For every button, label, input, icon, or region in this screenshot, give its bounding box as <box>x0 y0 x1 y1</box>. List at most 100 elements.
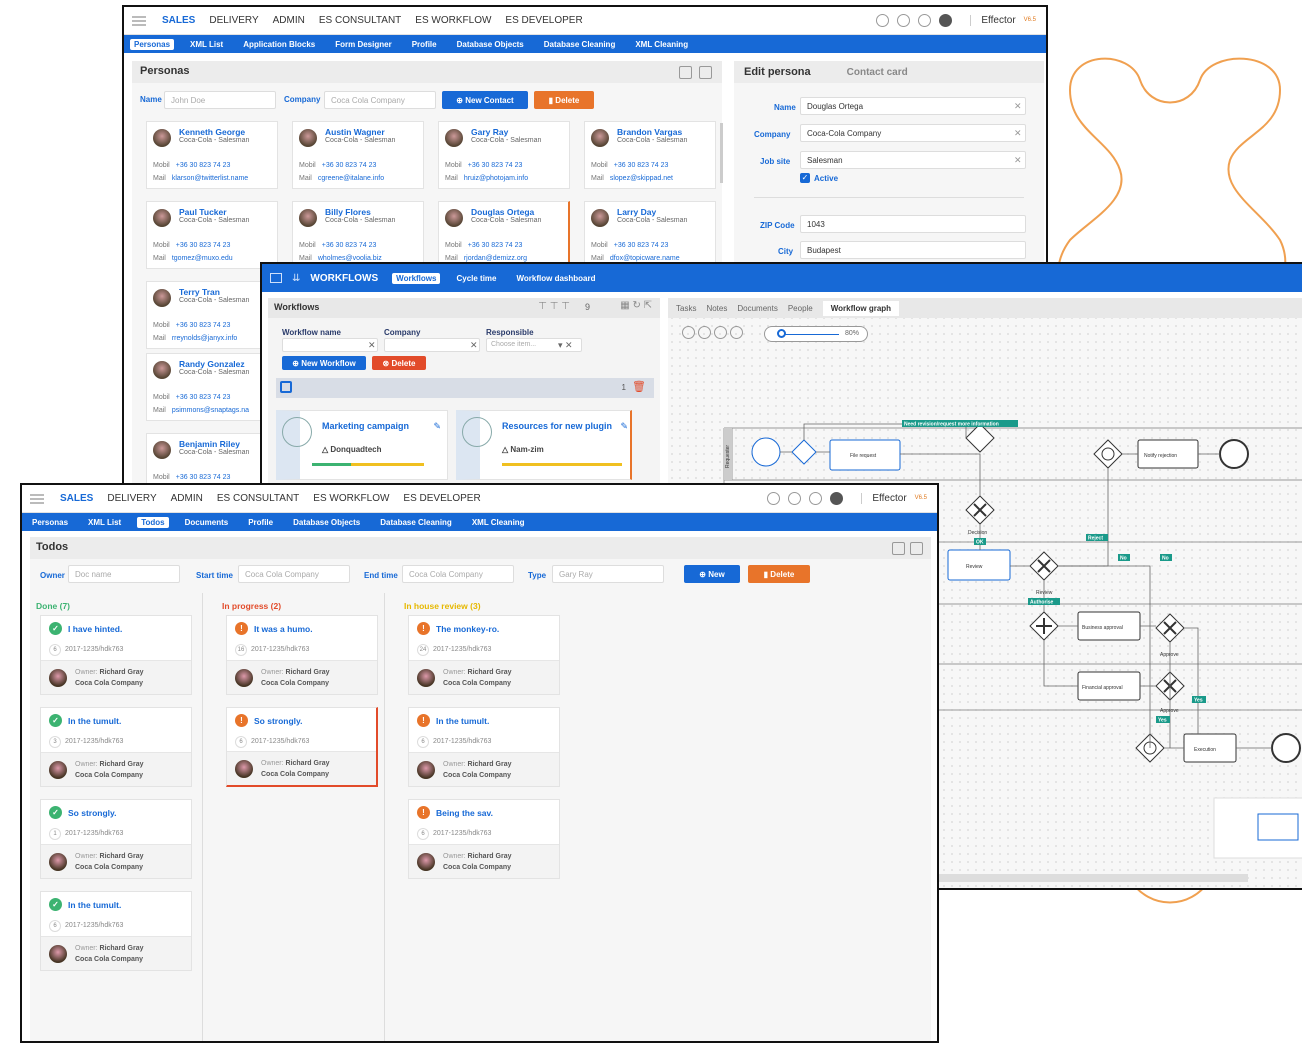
todo-card[interactable]: ✓ In the tumult. 3 2017-1235/hdk763 Owner:… <box>40 707 192 787</box>
tab-cycle-time[interactable]: Cycle time <box>452 273 500 284</box>
todo-card[interactable]: ✓ I have hinted. 6 2017-1235/hdk763 Owner:… <box>40 615 192 695</box>
tab-contact-card[interactable]: Contact card <box>847 67 908 78</box>
contact-card[interactable]: Paul Tucker Coca-Cola - Salesman Mobil +3… <box>146 201 278 269</box>
contact-name[interactable]: Terry Tran <box>179 287 220 297</box>
todo-card[interactable]: ! The monkey-ro. 24 2017-1235/hdk763 Owner… <box>408 615 560 695</box>
new-contact-button[interactable]: ⊕ New Contact <box>442 91 528 109</box>
start-time-input[interactable]: Coca Cola Company <box>238 565 350 583</box>
todo-card[interactable]: ! So strongly. 6 2017-1235/hdk763 Owner: R… <box>226 707 378 787</box>
contact-card[interactable]: Larry Day Coca-Cola - Salesman Mobil +36 … <box>584 201 716 269</box>
delete-button[interactable]: ▮ Delete <box>534 91 594 109</box>
menu-icon[interactable] <box>30 493 44 504</box>
delete-workflow-button[interactable]: ⊗ Delete <box>372 356 426 370</box>
subnav-database-cleaning[interactable]: Database Cleaning <box>376 517 456 528</box>
subnav-profile[interactable]: Profile <box>244 517 277 528</box>
nav-es-developer[interactable]: ES DEVELOPER <box>505 15 582 26</box>
contact-card[interactable]: Kenneth George Coca-Cola - Salesman Mobi… <box>146 121 278 189</box>
subnav-profile[interactable]: Profile <box>408 39 441 50</box>
contact-name[interactable]: Austin Wagner <box>325 127 385 137</box>
contact-name[interactable]: Douglas Ortega <box>471 207 534 217</box>
contact-card[interactable]: Randy Gonzalez Coca-Cola - Salesman Mobi… <box>146 353 278 421</box>
nav-es-workflow[interactable]: ES WORKFLOW <box>415 15 491 26</box>
pencil-icon[interactable]: ✎ <box>433 421 441 432</box>
clear-icon[interactable]: ✕ <box>1014 101 1022 112</box>
toolbar-icons[interactable]: ▦ ↻ ⇱ <box>620 300 652 311</box>
edit-field-input[interactable]: Douglas Ortega <box>800 97 1026 115</box>
subnav-database-objects[interactable]: Database Objects <box>453 39 528 50</box>
contact-name[interactable]: Gary Ray <box>471 127 508 137</box>
todo-card[interactable]: ! Being the sav. 6 2017-1235/hdk763 Owner:… <box>408 799 560 879</box>
zip-input[interactable]: 1043 <box>800 215 1026 233</box>
subnav-documents[interactable]: Documents <box>181 517 233 528</box>
subnav-application-blocks[interactable]: Application Blocks <box>239 39 319 50</box>
avatar-icon[interactable] <box>939 14 953 27</box>
edit-field-input[interactable]: Coca-Cola Company <box>800 124 1026 142</box>
list-icon[interactable] <box>270 273 282 283</box>
rocket-icon[interactable] <box>788 492 802 505</box>
type-input[interactable]: Gary Ray <box>552 565 664 583</box>
subnav-xml-cleaning[interactable]: XML Cleaning <box>631 39 692 50</box>
nav-sales[interactable]: SALES <box>60 493 93 504</box>
workflow-card-marketing[interactable]: Marketing campaign △ Donquadtech ✎ <box>276 410 448 480</box>
todo-card[interactable]: ! In the tumult. 6 2017-1235/hdk763 Owner:… <box>408 707 560 787</box>
tab-workflow-dashboard[interactable]: Workflow dashboard <box>513 273 600 284</box>
trash-icon[interactable]: 🗑 <box>632 380 646 393</box>
avatar-icon[interactable] <box>830 492 844 505</box>
subnav-database-objects[interactable]: Database Objects <box>289 517 364 528</box>
gear-icon[interactable] <box>918 14 932 27</box>
owner-input[interactable]: Doc name <box>68 565 180 583</box>
subnav-todos[interactable]: Todos <box>137 516 169 528</box>
tab-edit-persona[interactable]: Edit persona <box>744 66 811 78</box>
tab-workflows[interactable]: Workflows <box>392 272 441 284</box>
contact-name[interactable]: Larry Day <box>617 207 656 217</box>
contact-card[interactable]: Douglas Ortega Coca-Cola - Salesman Mobi… <box>438 201 570 269</box>
nav-es-developer[interactable]: ES DEVELOPER <box>403 493 480 504</box>
subnav-xml-list[interactable]: XML List <box>84 517 125 528</box>
contact-card[interactable]: Brandon Vargas Coca-Cola - Salesman Mobi… <box>584 121 716 189</box>
contact-name[interactable]: Benjamin Riley <box>179 439 240 449</box>
nav-admin[interactable]: ADMIN <box>171 493 203 504</box>
todo-card[interactable]: ✓ So strongly. 1 2017-1235/hdk763 Owner: R… <box>40 799 192 879</box>
clear-icon[interactable]: ✕ <box>368 340 376 351</box>
contact-name[interactable]: Billy Flores <box>325 207 371 217</box>
contact-name[interactable]: Paul Tucker <box>179 207 227 217</box>
nav-es-consultant[interactable]: ES CONSULTANT <box>217 493 299 504</box>
nav-admin[interactable]: ADMIN <box>273 15 305 26</box>
subnav-personas[interactable]: Personas <box>130 38 175 50</box>
pencil-icon[interactable]: ✎ <box>620 421 628 432</box>
contact-name[interactable]: Randy Gonzalez <box>179 359 245 369</box>
home-icon[interactable] <box>767 492 781 505</box>
clear-icon[interactable]: ✕ <box>1014 128 1022 139</box>
clear-icon[interactable]: ✕ <box>470 340 478 351</box>
subnav-form-designer[interactable]: Form Designer <box>331 39 395 50</box>
nav-sales[interactable]: SALES <box>162 15 195 26</box>
nav-es-workflow[interactable]: ES WORKFLOW <box>313 493 389 504</box>
name-input[interactable]: John Doe <box>164 91 276 109</box>
company-input[interactable] <box>384 338 480 352</box>
scrollbar[interactable] <box>720 123 723 183</box>
chevron-down-icon[interactable]: ▾ ✕ <box>558 340 573 351</box>
refresh-icon[interactable] <box>910 542 923 555</box>
gear-icon[interactable] <box>809 492 823 505</box>
contact-card[interactable]: Gary Ray Coca-Cola - Salesman Mobil +36 3… <box>438 121 570 189</box>
home-icon[interactable] <box>876 14 890 27</box>
nav-delivery[interactable]: DELIVERY <box>209 15 258 26</box>
subnav-database-cleaning[interactable]: Database Cleaning <box>540 39 620 50</box>
new-button[interactable]: ⊕ New <box>684 565 740 583</box>
todo-card[interactable]: ✓ In the tumult. 6 2017-1235/hdk763 Owner:… <box>40 891 192 971</box>
todo-card[interactable]: ! It was a humo. 16 2017-1235/hdk763 Owner… <box>226 615 378 695</box>
nav-es-consultant[interactable]: ES CONSULTANT <box>319 15 401 26</box>
delete-button[interactable]: ▮ Delete <box>748 565 810 583</box>
city-input[interactable]: Budapest <box>800 241 1026 259</box>
grid-view-icon[interactable] <box>679 66 692 79</box>
end-time-input[interactable]: Coca Cola Company <box>402 565 514 583</box>
workflow-card-resources[interactable]: Resources for new plugin △ Nam-zim ✎ <box>456 410 632 480</box>
contact-card[interactable]: Billy Flores Coca-Cola - Salesman Mobil +… <box>292 201 424 269</box>
sort-icon[interactable]: ⇊ <box>292 273 300 284</box>
contact-card[interactable]: Terry Tran Coca-Cola - Salesman Mobil +36… <box>146 281 278 349</box>
nav-delivery[interactable]: DELIVERY <box>107 493 156 504</box>
new-workflow-button[interactable]: ⊕ New Workflow <box>282 356 366 370</box>
subnav-xml-cleaning[interactable]: XML Cleaning <box>468 517 529 528</box>
contact-name[interactable]: Brandon Vargas <box>617 127 682 137</box>
grid-view-icon[interactable] <box>892 542 905 555</box>
